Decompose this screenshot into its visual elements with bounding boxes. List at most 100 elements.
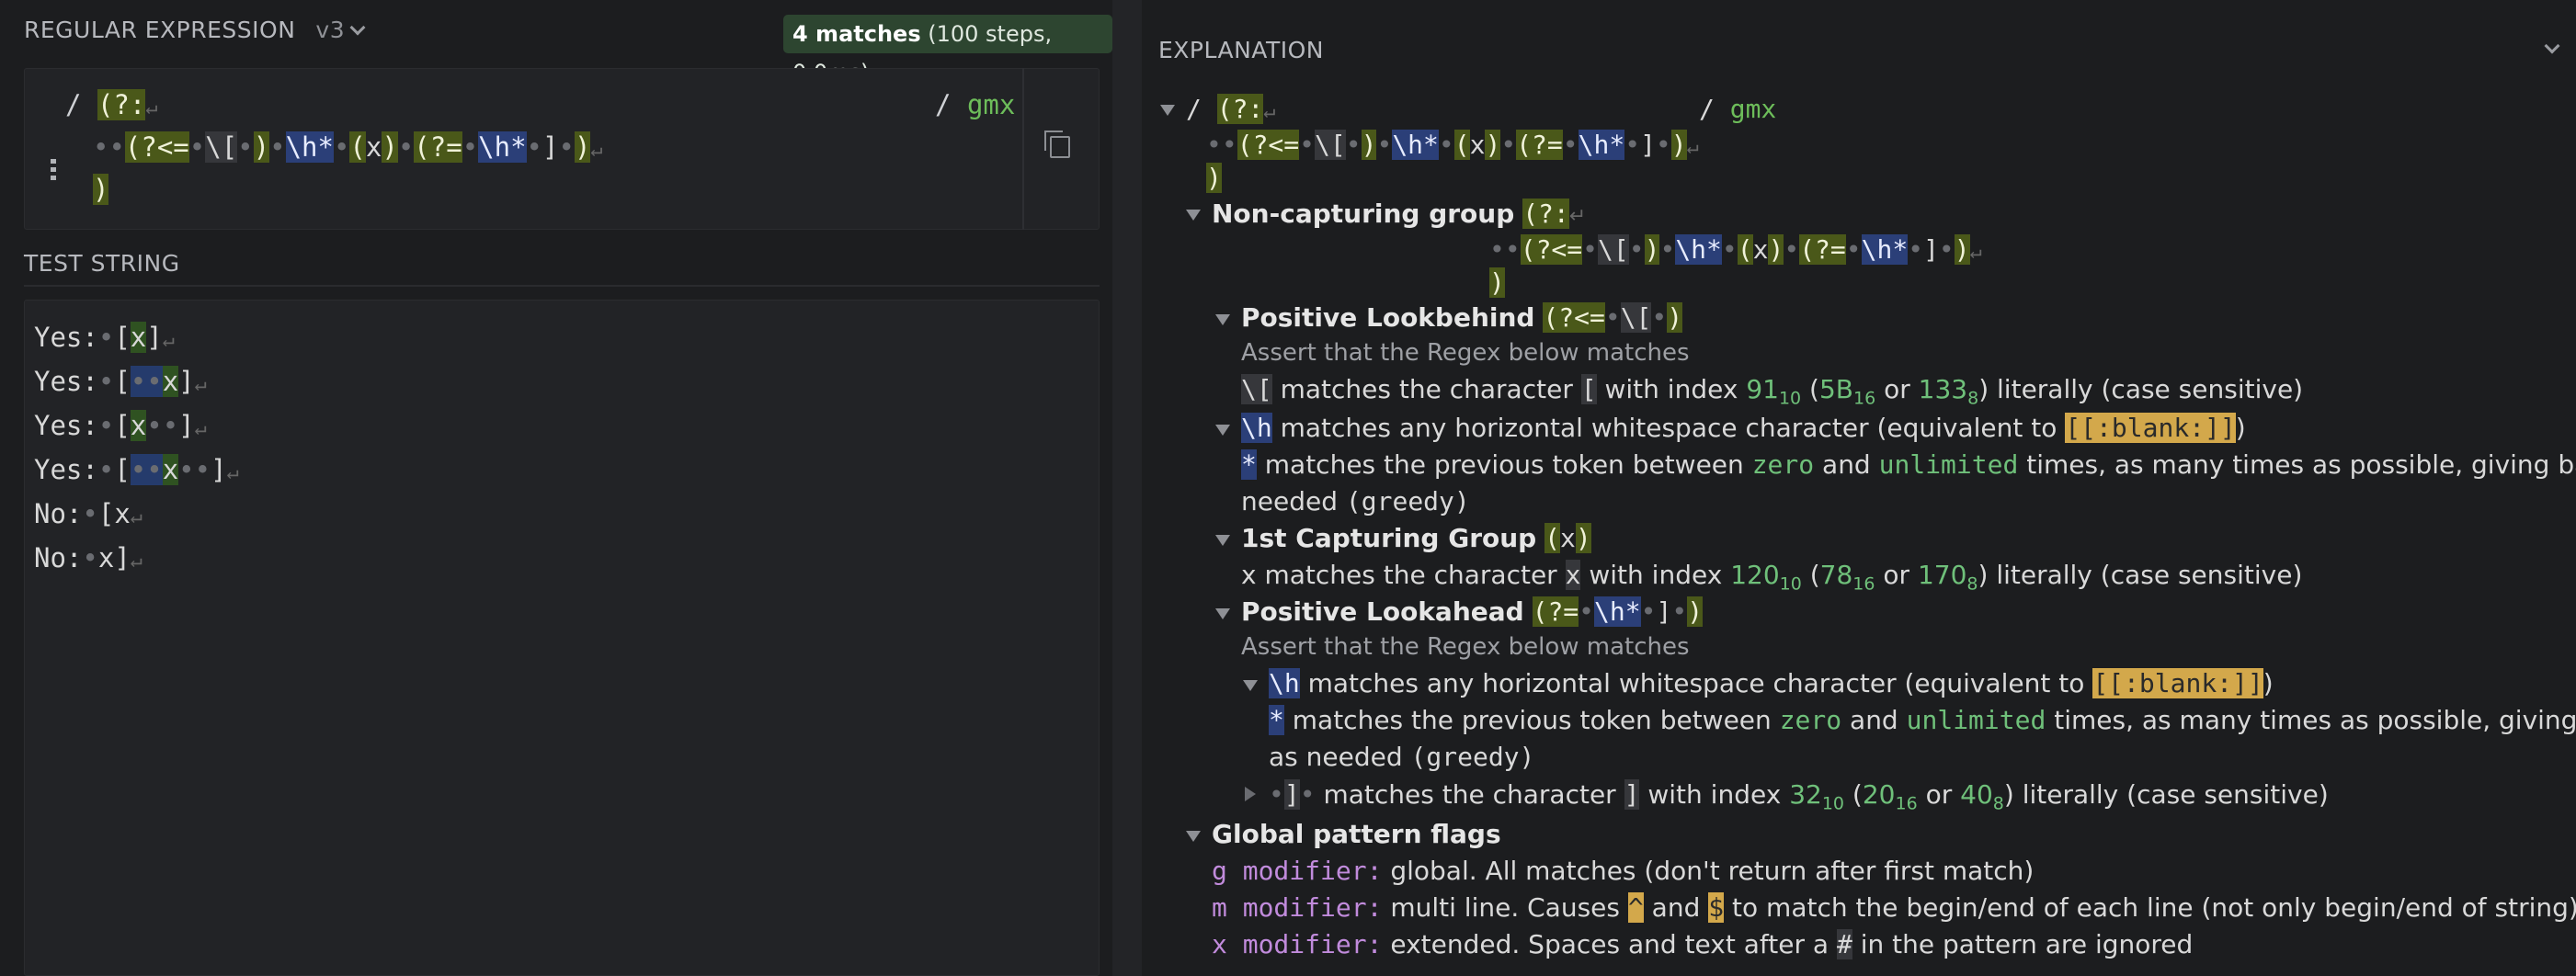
token-text: with index	[1589, 560, 1723, 590]
token-text: matches the previous token between	[1292, 705, 1772, 735]
noncap-group-label: Non-capturing group	[1212, 199, 1515, 229]
regex-input[interactable]: / (?:↵ / gmx ••(?<=•\[•)•\h*•(x)•(?=•\h*…	[24, 68, 1100, 230]
global-flags-header: Global pattern flags	[1212, 819, 1501, 849]
regex-root-flags: / gmx	[1699, 94, 1777, 124]
lookahead-assert: Assert that the Regex below matches	[1241, 633, 1690, 661]
h-token-explanation-2: \h matches any horizontal whitespace cha…	[1269, 668, 2274, 698]
toggle-expand-icon[interactable]	[1186, 210, 1201, 221]
toggle-collapsed-icon[interactable]	[1245, 787, 1256, 801]
drag-handle-icon[interactable]	[51, 159, 56, 181]
test-line-3: Yes:•[x••]↵	[34, 410, 207, 441]
toggle-expand-icon[interactable]	[1215, 425, 1230, 436]
toggle-expand-icon[interactable]	[1215, 314, 1230, 325]
regex-root-line-2: ••(?<=•\[•)•\h*•(x)•(?=•\h*•]•)↵	[1206, 130, 1699, 160]
lookahead-label: Positive Lookahead	[1241, 596, 1524, 627]
panel-divider[interactable]	[1112, 0, 1142, 976]
token-text: needed	[1241, 486, 1338, 516]
regex-root-line-3: )	[1206, 163, 1222, 193]
m-modifier-text: multi line. Causes	[1390, 892, 1620, 923]
token-text: matches the character	[1264, 560, 1557, 590]
m-modifier-text: to match the begin/end of each line (not…	[1732, 892, 2576, 923]
noncap-group-header: Non-capturing group (?:↵	[1212, 199, 1587, 229]
lookbehind-assert: Assert that the Regex below matches	[1241, 339, 1690, 367]
token-text: literally (case sensitive)	[2022, 779, 2329, 810]
star-token-explanation-cont: needed (greedy)	[1241, 483, 1470, 520]
regex-section-title: REGULAR EXPRESSION	[24, 17, 296, 43]
token-text: with index	[1647, 779, 1782, 810]
collapse-panel-icon[interactable]	[2544, 38, 2560, 54]
token-text: matches the previous token between	[1264, 449, 1744, 480]
greedy-label: (greedy)	[1345, 486, 1470, 516]
token-text: matches the character	[1280, 374, 1573, 404]
quantifier-min: zero	[1779, 705, 1842, 735]
toggle-expand-icon[interactable]	[1215, 535, 1230, 546]
test-line-5: No:•[x↵	[34, 498, 143, 529]
token-text: and	[1850, 705, 1898, 735]
star-token-explanation: * matches the previous token between zer…	[1241, 447, 2576, 483]
token-text: matches any horizontal whitespace charac…	[1307, 668, 2085, 698]
test-line-2: Yes:•[••x]↵	[34, 366, 207, 397]
explanation-title: EXPLANATION	[1158, 37, 1324, 63]
token-text: matches the character	[1323, 779, 1616, 810]
x-modifier-row: x modifier: extended. Spaces and text af…	[1212, 926, 2193, 963]
regex-close-delimiter: /	[935, 89, 952, 120]
test-line-1: Yes:•[x]↵	[34, 322, 175, 353]
match-count: 4 matches	[792, 21, 921, 47]
lookbehind-label: Positive Lookbehind	[1241, 302, 1535, 333]
regex-line-2: ••(?<=•\[•)•\h*•(x)•(?=•\h*•]•)↵	[93, 131, 603, 163]
regex-section-header: REGULAR EXPRESSION v3	[24, 17, 366, 43]
caret-anchor: ^	[1627, 892, 1644, 923]
regex-open-delimiter: /	[65, 89, 82, 120]
g-modifier-label: g modifier:	[1212, 856, 1383, 886]
quantifier-max: unlimited	[1878, 449, 2019, 480]
test-line-4: Yes:•[••x••]↵	[34, 454, 239, 485]
test-string-title: TEST STRING	[24, 250, 180, 277]
greedy-label: (greedy)	[1410, 742, 1535, 772]
regex-root-line-1: / (?:↵	[1186, 94, 1276, 124]
match-info-badge: 4 matches (100 steps, 0.0ms)	[783, 15, 1112, 85]
regex-editor-panel: REGULAR EXPRESSION v3 4 matches (100 step…	[0, 0, 1112, 976]
copy-regex-button[interactable]	[1022, 68, 1100, 230]
section-divider	[24, 285, 1100, 287]
blank-class: [[:blank:]]	[2065, 413, 2236, 443]
version-selector[interactable]: v3	[315, 17, 366, 43]
toggle-expand-icon[interactable]	[1243, 680, 1258, 691]
noncap-group-line-2: ••(?<=•\[•)•\h*•(x)•(?=•\h*•]•)↵	[1489, 234, 1982, 265]
token-text: times, as many times as possible, giving…	[2054, 705, 2576, 735]
lookahead-header: Positive Lookahead (?=•\h*•]•)	[1241, 596, 1704, 627]
capgroup-header: 1st Capturing Group (x)	[1241, 523, 1591, 553]
blank-class: [[:blank:]]	[2092, 668, 2263, 698]
test-string-input[interactable]: Yes:•[x]↵ Yes:•[••x]↵ Yes:•[x••]↵ Yes:•[…	[24, 300, 1100, 976]
x-modifier-text: in the pattern are ignored	[1860, 929, 2194, 959]
toggle-expand-icon[interactable]	[1160, 105, 1175, 116]
token-text: times, as many times as possible, giving…	[2026, 449, 2576, 480]
lookbehind-header: Positive Lookbehind (?<=•\[•)	[1241, 302, 1683, 333]
token-text: and	[1822, 449, 1871, 480]
copy-icon	[1044, 131, 1070, 158]
g-modifier-text: global. All matches (don't return after …	[1390, 856, 2035, 886]
regex-flags[interactable]: gmx	[967, 89, 1015, 120]
g-modifier-row: g modifier: global. All matches (don't r…	[1212, 853, 2034, 890]
token-text: literally (case sensitive)	[1997, 374, 2304, 404]
token-text: with index	[1604, 374, 1738, 404]
version-label: v3	[315, 17, 346, 43]
chevron-down-icon	[349, 19, 366, 36]
toggle-expand-icon[interactable]	[1215, 608, 1230, 619]
star-token-explanation-2-cont: as needed (greedy)	[1269, 739, 1534, 776]
quantifier-max: unlimited	[1906, 705, 2046, 735]
hash-char: #	[1836, 929, 1852, 959]
regex-flags-area[interactable]: / gmx	[935, 85, 1015, 124]
toggle-expand-icon[interactable]	[1186, 831, 1201, 842]
test-line-6: No:•x]↵	[34, 542, 143, 573]
m-modifier-row: m modifier: multi line. Causes ^ and $ t…	[1212, 890, 2576, 926]
token-text: as needed	[1269, 742, 1403, 772]
noncap-group-line-3: )	[1489, 267, 1505, 298]
regex-line-3: )	[93, 174, 109, 205]
regex-line-1: / (?:↵	[65, 89, 158, 120]
star-token-explanation-2: * matches the previous token between zer…	[1269, 702, 2576, 739]
m-modifier-text: and	[1651, 892, 1701, 923]
h-token-explanation: \h matches any horizontal whitespace cha…	[1241, 413, 2246, 443]
dollar-anchor: $	[1708, 892, 1725, 923]
x-modifier-label: x modifier:	[1212, 929, 1383, 959]
explanation-panel: EXPLANATION / (?:↵ / gmx ••(?<=•\[•)•\h*…	[1142, 0, 2576, 976]
